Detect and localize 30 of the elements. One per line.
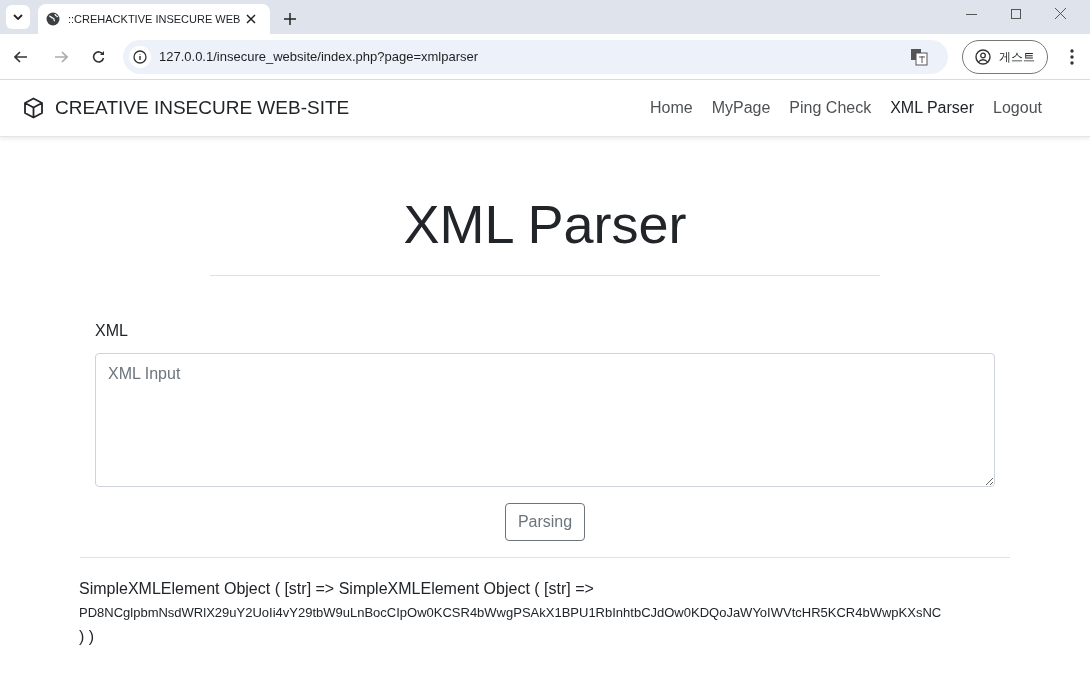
back-icon[interactable] xyxy=(14,50,28,63)
site-brand[interactable]: CREATIVE INSECURE WEB-SITE xyxy=(55,93,350,123)
tab-title: ::CREHACKTIVE INSECURE WEB xyxy=(68,11,238,27)
parsing-button[interactable]: Parsing xyxy=(504,503,586,541)
profile-icon xyxy=(975,48,991,65)
nav-link[interactable]: XML Parser xyxy=(890,96,975,120)
address-bar[interactable]: 127.0.0.1/insecure_website/index.php?page=xmlparser xyxy=(123,39,948,74)
chevron-down-icon xyxy=(13,14,23,20)
info-icon[interactable] xyxy=(129,45,151,68)
xml-input-field[interactable]: XML Input xyxy=(95,353,995,487)
result-text: PD8NCglpbmNsdWRlX29uY2UoIi4vY29tbW9uLnBocCIpOw0KCSR4bWwgPSAkX1BPU1RbInhtbCJdOw0KDQoJaWYoIWVtcHR5KCR4bWwpKXsNC xyxy=(79,604,942,622)
nav-link[interactable]: MyPage xyxy=(711,96,771,120)
cube-icon xyxy=(23,97,44,119)
result-text: ) ) xyxy=(79,627,96,647)
close-icon[interactable] xyxy=(246,14,256,24)
maximize-icon[interactable] xyxy=(1011,9,1021,19)
more-icon[interactable] xyxy=(1070,48,1074,65)
nav-link[interactable]: Logout xyxy=(993,96,1042,120)
reload-icon[interactable] xyxy=(92,50,105,63)
field-label: XML xyxy=(95,321,129,341)
tab-list-button[interactable] xyxy=(6,5,30,29)
url-text: 127.0.0.1/insecure_website/index.php?page=xmlparser xyxy=(159,47,480,66)
new-tab-icon[interactable] xyxy=(284,13,296,25)
browser-tab[interactable]: ::CREHACKTIVE INSECURE WEB xyxy=(38,4,270,34)
close-window-icon[interactable] xyxy=(1055,8,1066,19)
page-heading: XML Parser xyxy=(403,197,687,251)
nav-link[interactable]: Ping Check xyxy=(789,96,872,120)
nav-link[interactable]: Home xyxy=(649,96,693,120)
result-text: SimpleXMLElement Object ( [str] => SimpleXMLElement Object ( [str] => xyxy=(79,579,595,599)
translate-icon[interactable] xyxy=(910,47,928,66)
